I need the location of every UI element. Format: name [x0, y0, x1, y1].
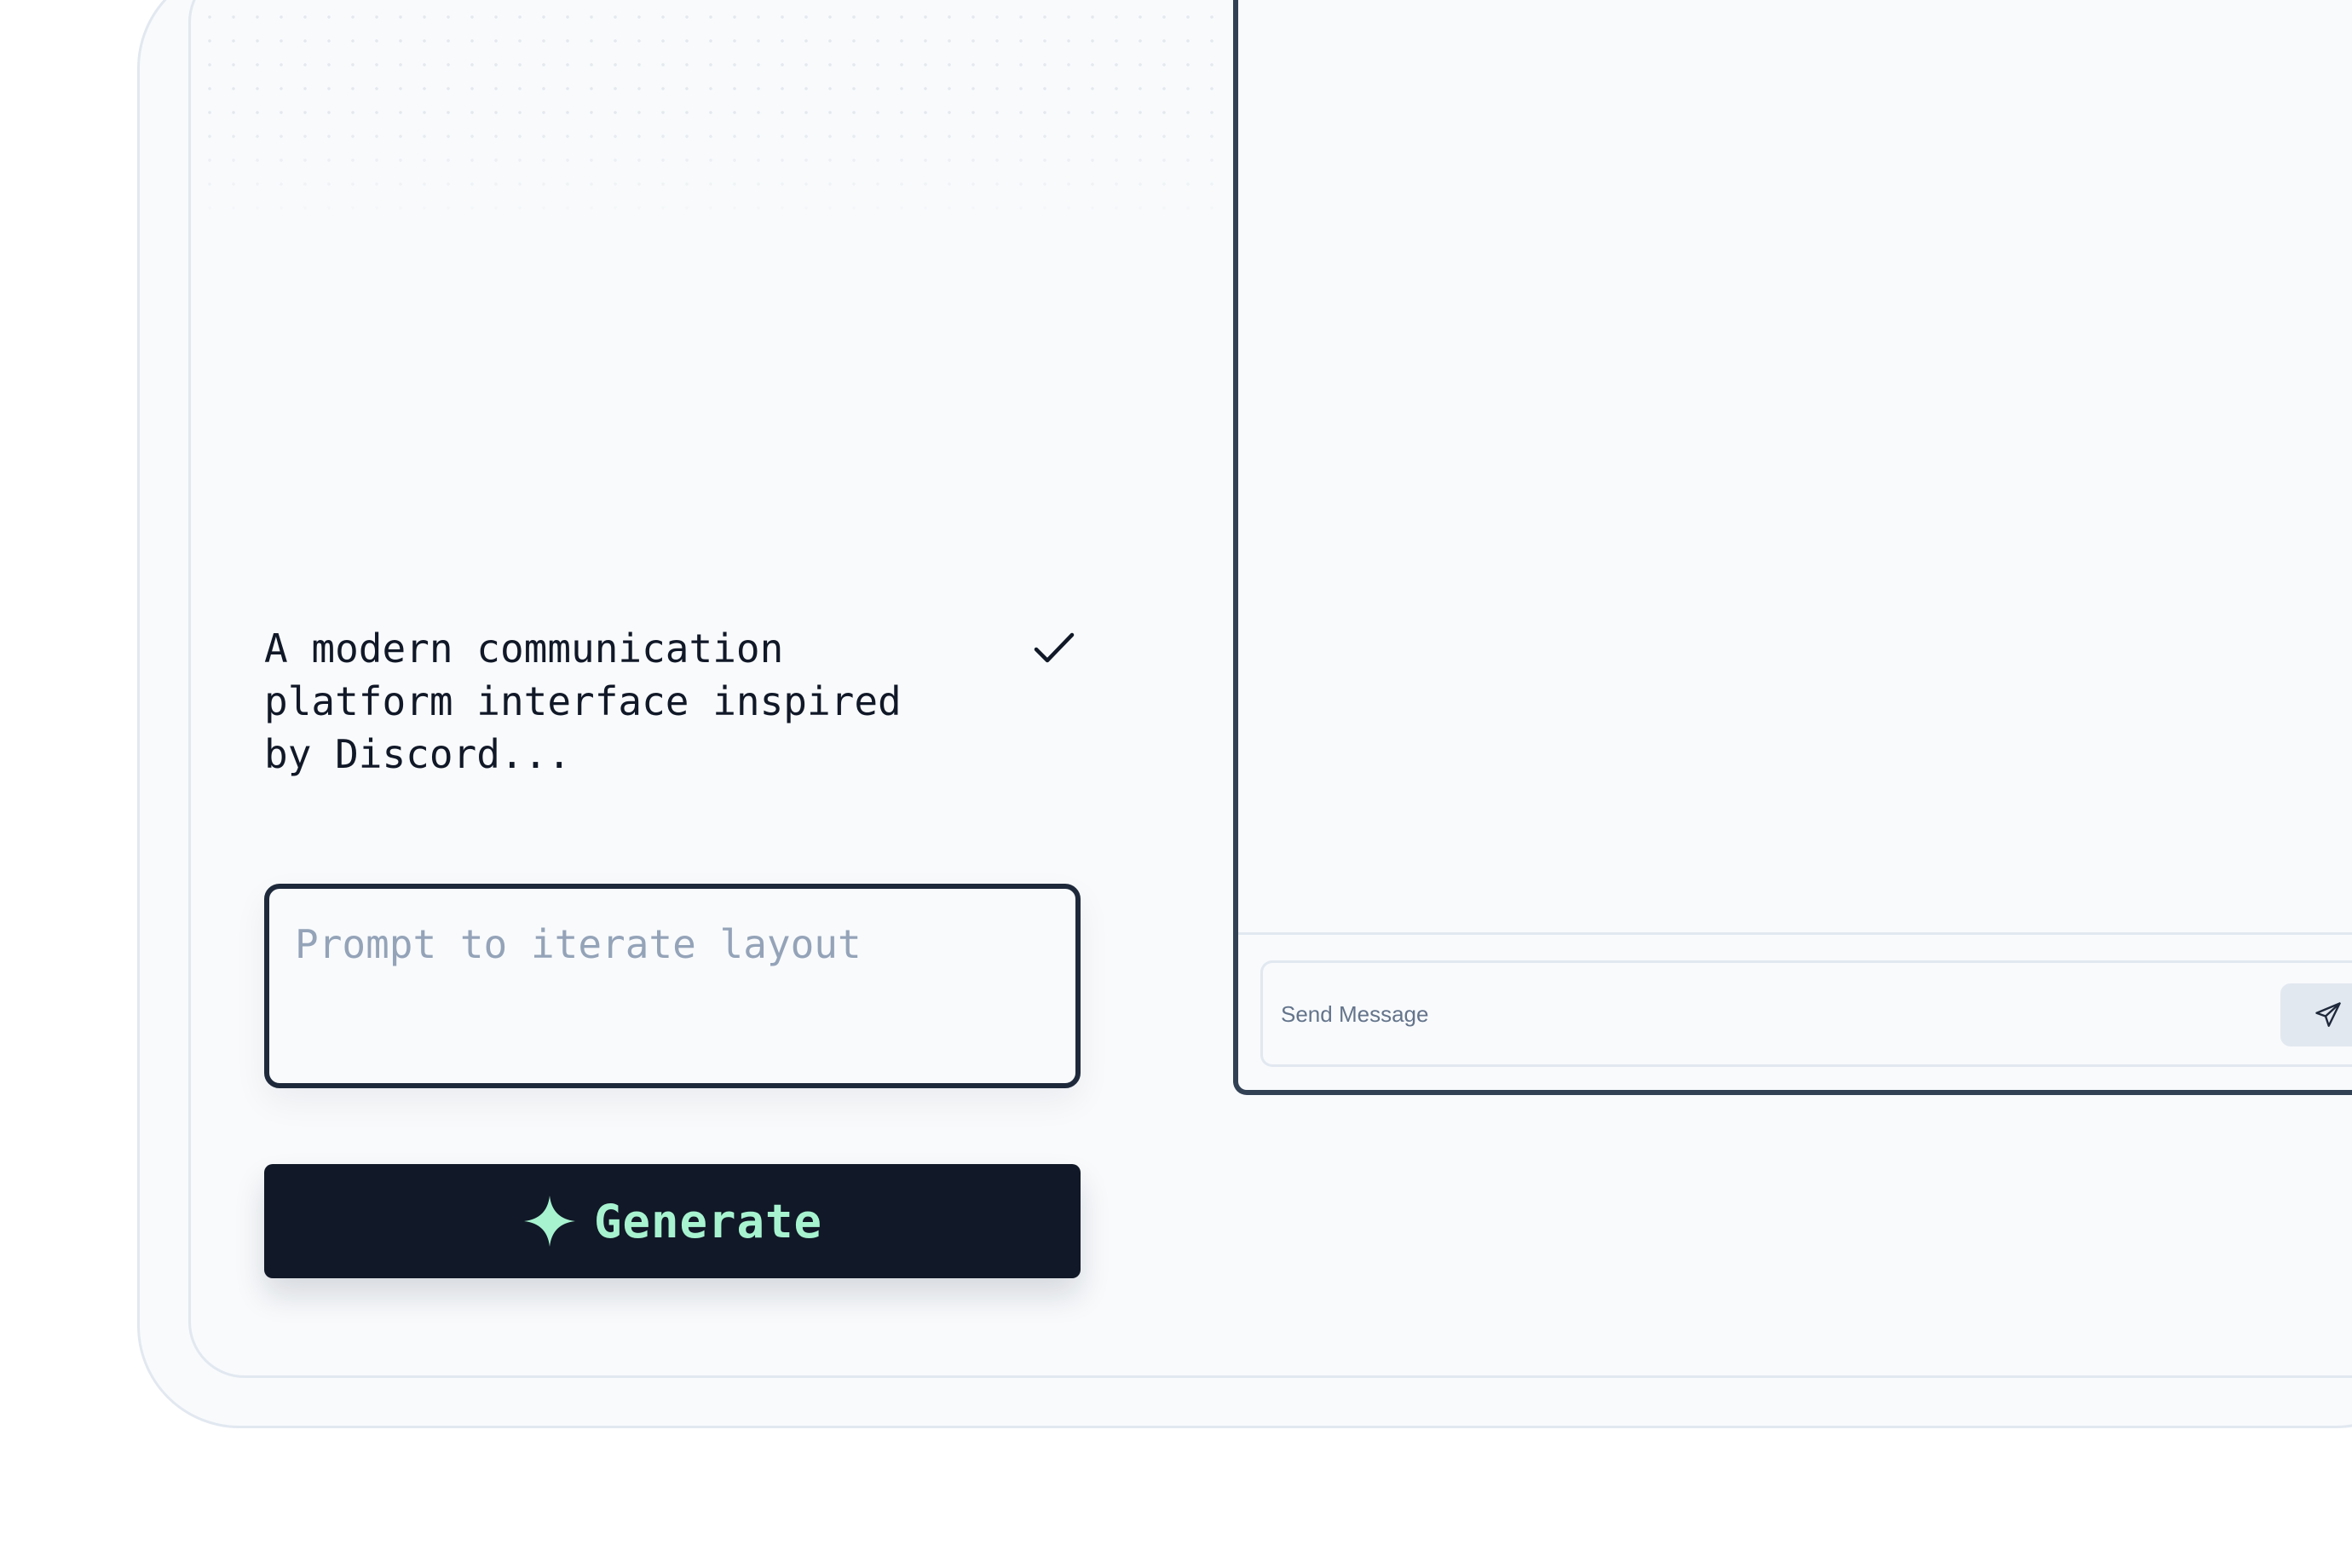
- sparkle-icon: [523, 1196, 575, 1247]
- layout-description: A modern communication platform interfac…: [264, 625, 902, 777]
- prompt-input[interactable]: [269, 889, 1075, 1083]
- check-icon[interactable]: [1033, 627, 1075, 670]
- dot-grid-background: [193, 0, 1230, 226]
- send-icon: [2315, 1002, 2341, 1027]
- generate-button[interactable]: Generate: [264, 1164, 1081, 1278]
- composer-divider: [1238, 932, 2352, 935]
- prompt-field: [264, 884, 1081, 1088]
- send-button[interactable]: [2280, 983, 2352, 1046]
- send-message-input[interactable]: [1281, 989, 2261, 1040]
- layout-preview-panel: [1233, 0, 2352, 1095]
- generate-button-label: Generate: [593, 1194, 823, 1248]
